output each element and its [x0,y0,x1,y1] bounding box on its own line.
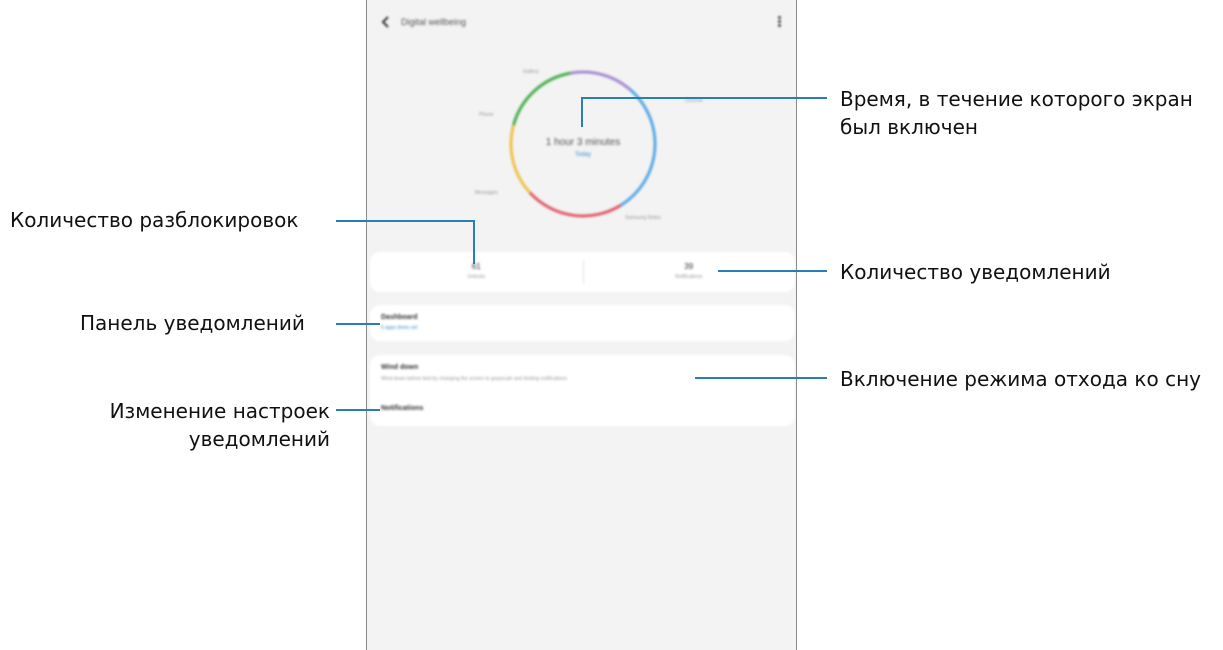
callout-notifications-count: Количество уведомлений [840,260,1111,284]
notifications-stat[interactable]: 39 Notifications [583,252,796,292]
notifications-label: Notifications [675,274,703,280]
ring-segment [528,191,622,218]
today-link[interactable]: Today [525,152,641,158]
app-label-4: Messages [475,190,498,196]
callout-line-screen-time [581,97,827,99]
back-arrow-icon[interactable] [379,14,393,30]
notifications-row-title: Notifications [381,405,424,412]
app-label-1: Gallery [523,69,539,75]
ring-segment [512,71,571,126]
wind-down-row[interactable]: Wind down Wind down before bed by changi… [370,355,795,391]
top-bar: Digital wellbeing [367,0,796,44]
callout-line-notifications-count [718,270,827,272]
callout-dashboard: Панель уведомлений [80,311,305,335]
more-options-icon[interactable] [776,16,782,30]
callout-line-dashboard [336,323,380,325]
dashboard-title: Dashboard [381,314,418,321]
callout-wind-down: Включение режима отхода ко сну [840,367,1201,391]
app-label-5: Samsung Notes [625,215,661,221]
callout-line-unlocks-drop [473,220,475,264]
notifications-row[interactable]: Notifications [370,397,795,423]
callout-line-screen-time-drop [581,97,583,127]
callout-line-unlocks [336,220,475,222]
unlocks-count: 61 [471,262,481,271]
callout-notification-settings: Изменение настроек уведомлений [109,399,330,451]
settings-card: Wind down Wind down before bed by changi… [370,355,795,426]
app-label-3: Phone [479,112,494,118]
screen-title: Digital wellbeing [401,17,467,27]
ring-segment [570,70,631,91]
screen-time-value: 1 hour 3 minutes [545,137,621,148]
unlocks-label: Unlocks [467,274,486,280]
wind-down-title: Wind down [381,364,419,371]
callout-unlocks: Количество разблокировок [10,208,299,232]
dashboard-row[interactable]: Dashboard 6 apps times set [370,305,795,341]
unlocks-stat[interactable]: 61 Unlocks [370,252,583,292]
wind-down-description: Wind down before bed by changing the scr… [381,376,567,382]
dashboard-subtitle: 6 apps times set [381,325,418,331]
callout-line-wind-down [695,377,827,379]
stats-card: 61 Unlocks 39 Notifications [370,252,795,292]
callout-screen-time: Время, в течение которого экран был вклю… [840,87,1193,139]
callout-line-notification-settings [336,409,380,411]
ring-segment [509,124,531,194]
